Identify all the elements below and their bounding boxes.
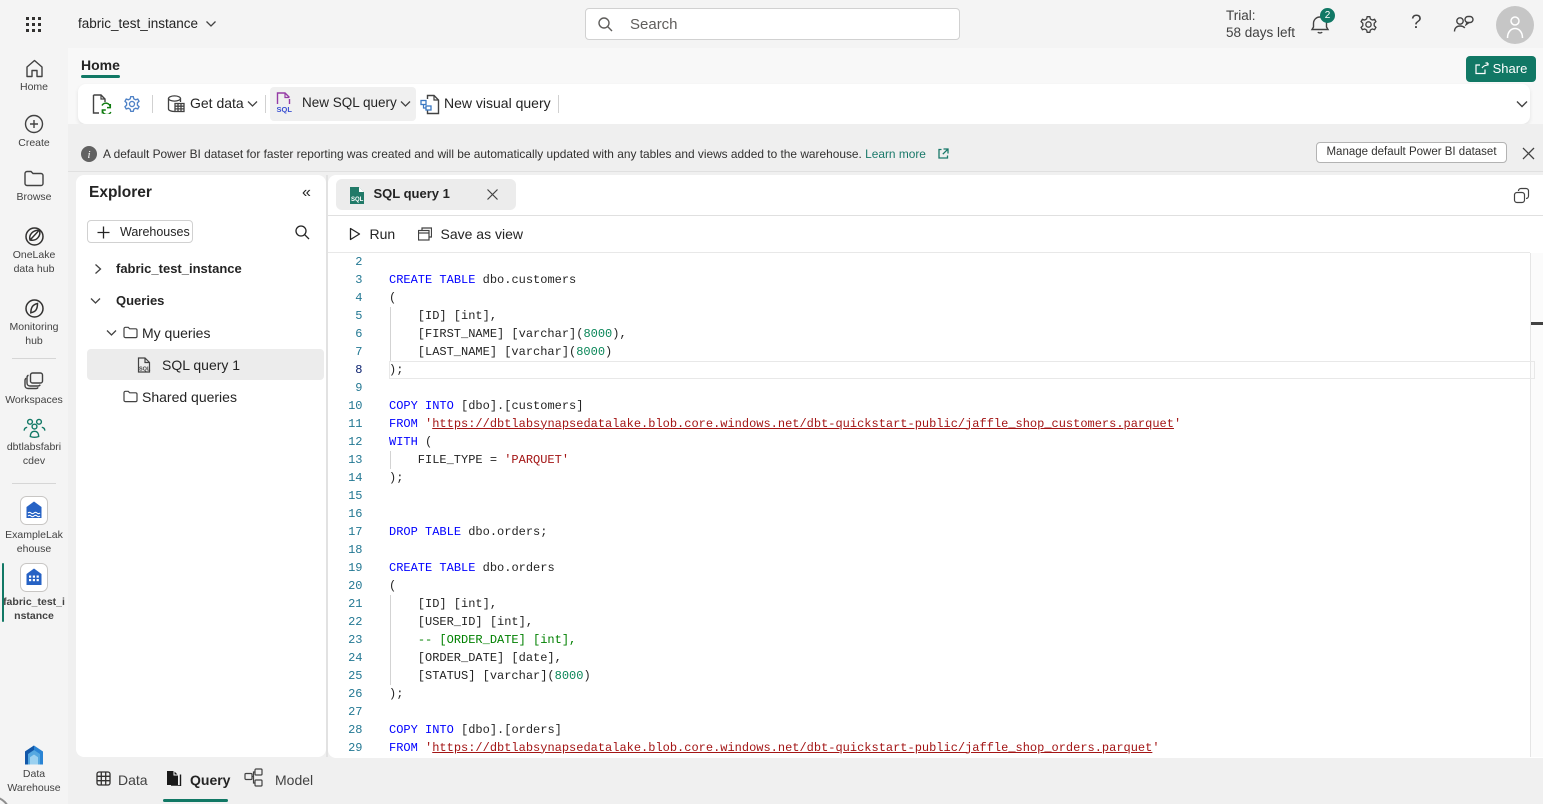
svg-text:SQL: SQL — [139, 367, 151, 373]
svg-text:i: i — [87, 149, 90, 161]
svg-text:SQL: SQL — [351, 197, 364, 203]
svg-text:SQL: SQL — [277, 105, 293, 114]
